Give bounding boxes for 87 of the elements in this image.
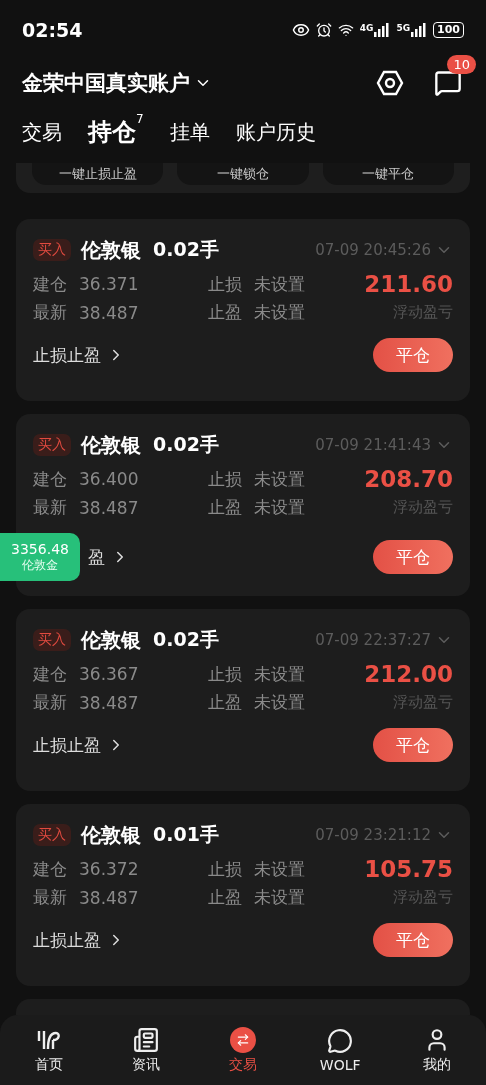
profit-value: 208.70 <box>364 466 453 492</box>
field-value: 38.487 <box>79 692 139 713</box>
network-label: 4G <box>359 23 374 33</box>
field-value: 36.372 <box>79 859 139 879</box>
open-time: 07-09 22:37:27 <box>315 631 431 649</box>
field-label: 最新 <box>33 496 67 519</box>
field-value: 36.371 <box>79 274 139 294</box>
field-label: 最新 <box>33 886 67 909</box>
lot-size: 0.02手 <box>153 432 219 457</box>
field-label: 止损 <box>208 662 242 686</box>
profit-value: 212.00 <box>364 661 453 687</box>
open-time: 07-09 23:21:12 <box>315 826 431 844</box>
field-value: 未设置 <box>254 886 305 909</box>
tab[interactable]: 交易 <box>22 118 62 146</box>
side-tag: 买入 <box>33 824 71 846</box>
symbol-name: 伦敦银 <box>81 821 141 849</box>
field-label: 止损 <box>208 272 242 296</box>
field-label: 最新 <box>33 301 67 324</box>
stop-loss-link[interactable]: 止损止盈 <box>33 343 125 367</box>
tab[interactable]: 挂单 <box>169 118 210 146</box>
signal-icon <box>411 23 428 37</box>
field-value: 未设置 <box>254 691 305 714</box>
quick-action-button[interactable]: 一键止损止盈 <box>32 163 164 185</box>
nav-item[interactable]: WOLF <box>305 1026 376 1074</box>
lot-size: 0.01手 <box>153 822 219 847</box>
quote-name: 伦敦金 <box>22 556 58 574</box>
field-label: 止盈 <box>208 301 242 324</box>
profit-value: 105.75 <box>364 856 453 882</box>
field-label: 止盈 <box>208 691 242 714</box>
notification-badge: 10 <box>447 54 476 74</box>
side-tag: 买入 <box>33 434 71 456</box>
signal-icon <box>374 23 391 37</box>
field-value: 38.487 <box>79 497 139 518</box>
nav-item[interactable]: 首页 <box>13 1025 84 1075</box>
quote-price: 3356.48 <box>11 540 69 557</box>
eye-icon <box>291 21 310 39</box>
stop-loss-link[interactable]: 止损止盈 <box>33 928 125 952</box>
exchange-icon <box>229 1026 256 1053</box>
field-value: 36.367 <box>79 664 139 684</box>
status-time: 02:54 <box>22 19 83 41</box>
nav-item[interactable]: 交易 <box>207 1025 278 1075</box>
quick-action-button[interactable]: 一键锁仓 <box>177 163 309 185</box>
profit-value: 211.60 <box>364 271 453 297</box>
quick-action-button[interactable]: 一键平仓 <box>322 163 454 185</box>
symbol-name: 伦敦银 <box>81 236 141 264</box>
field-value: 38.487 <box>79 302 139 323</box>
lot-size: 0.02手 <box>153 237 219 262</box>
side-tag: 买入 <box>33 629 71 651</box>
field-value: 未设置 <box>254 467 305 491</box>
field-label: 建仓 <box>33 272 67 296</box>
field-value: 未设置 <box>254 301 305 324</box>
wifi-icon <box>337 22 354 38</box>
message-icon[interactable] <box>434 68 462 97</box>
tab[interactable]: 账户历史 <box>235 118 316 146</box>
nav-item[interactable]: 资讯 <box>110 1025 181 1075</box>
open-time: 07-09 21:41:43 <box>315 436 431 454</box>
field-value: 未设置 <box>254 272 305 296</box>
stop-loss-link[interactable]: 盈 <box>88 545 129 569</box>
field-value: 未设置 <box>254 857 305 881</box>
open-time: 07-09 20:45:26 <box>315 241 431 259</box>
field-label: 建仓 <box>33 857 67 881</box>
chat-icon <box>327 1027 354 1054</box>
field-label: 建仓 <box>33 467 67 491</box>
field-value: 38.487 <box>79 887 139 908</box>
symbol-name: 伦敦银 <box>81 431 141 459</box>
field-value: 36.400 <box>79 469 139 489</box>
tab-count: 7 <box>136 112 144 126</box>
field-value: 未设置 <box>254 662 305 686</box>
network-label: 5G <box>396 23 411 33</box>
field-label: 最新 <box>33 691 67 714</box>
account-title[interactable]: 金荣中国真实账户 <box>22 68 190 97</box>
settings-icon[interactable] <box>376 68 404 97</box>
symbol-name: 伦敦银 <box>81 626 141 654</box>
lot-size: 0.02手 <box>153 627 219 652</box>
nav-item[interactable]: 我的 <box>402 1025 473 1075</box>
field-label: 止盈 <box>208 496 242 519</box>
field-label: 止损 <box>208 467 242 491</box>
battery-icon: 100 <box>433 22 464 38</box>
tab[interactable]: 持仓 <box>88 116 136 148</box>
news-icon <box>132 1026 159 1053</box>
field-label: 止盈 <box>208 886 242 909</box>
field-label: 止损 <box>208 857 242 881</box>
alarm-icon <box>315 22 332 38</box>
side-tag: 买入 <box>33 239 71 261</box>
field-label: 建仓 <box>33 662 67 686</box>
stop-loss-link[interactable]: 止损止盈 <box>33 733 125 757</box>
field-value: 未设置 <box>254 496 305 519</box>
